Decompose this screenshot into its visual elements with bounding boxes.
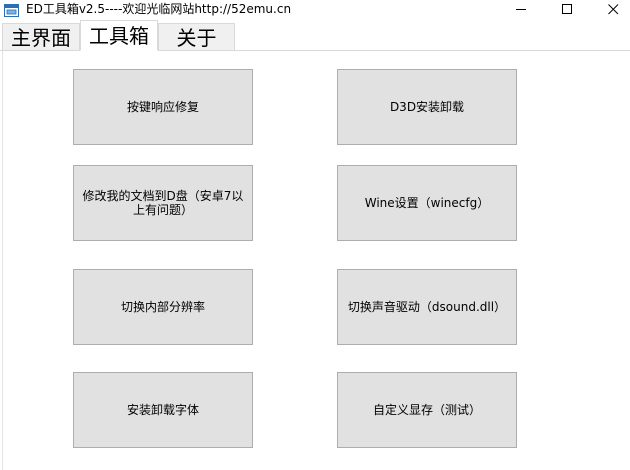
minimize-icon [515, 4, 527, 15]
maximize-icon [561, 3, 573, 15]
button-label: D3D安装卸载 [389, 100, 465, 114]
button-label: Wine设置（winecfg） [364, 196, 490, 210]
d3d-install-uninstall-button[interactable]: D3D安装卸载 [337, 69, 517, 145]
button-label: 切换声音驱动（dsound.dll） [347, 300, 507, 314]
switch-internal-resolution-button[interactable]: 切换内部分辨率 [73, 269, 253, 345]
button-label: 修改我的文档到D盘（安卓7以上有问题） [82, 189, 244, 217]
tab-toolbox[interactable]: 工具箱 [80, 20, 158, 51]
button-label: 切换内部分辨率 [120, 300, 205, 314]
window-title: ED工具箱v2.5----欢迎光临网站http://52emu.cn [26, 2, 292, 16]
button-label: 自定义显存（测试） [372, 403, 481, 417]
minimize-button[interactable] [498, 0, 544, 18]
tab-about[interactable]: 关于 [158, 23, 235, 51]
custom-video-memory-button[interactable]: 自定义显存（测试） [337, 372, 517, 448]
button-label: 按键响应修复 [126, 100, 199, 114]
app-window-icon [4, 2, 19, 17]
install-uninstall-fonts-button[interactable]: 安装卸载字体 [73, 372, 253, 448]
switch-audio-driver-button[interactable]: 切换声音驱动（dsound.dll） [337, 269, 517, 345]
button-label: 安装卸载字体 [126, 403, 199, 417]
title-bar[interactable]: ED工具箱v2.5----欢迎光临网站http://52emu.cn [0, 0, 630, 18]
close-button[interactable] [590, 0, 630, 18]
close-icon [607, 3, 619, 15]
key-response-fix-button[interactable]: 按键响应修复 [73, 69, 253, 145]
maximize-button[interactable] [544, 0, 590, 18]
move-documents-to-d-button[interactable]: 修改我的文档到D盘（安卓7以上有问题） [73, 165, 253, 241]
app-window: ED工具箱v2.5----欢迎光临网站http://52emu.cn 主界面 工… [0, 0, 630, 470]
tab-main[interactable]: 主界面 [2, 23, 80, 51]
wine-settings-button[interactable]: Wine设置（winecfg） [337, 165, 517, 241]
